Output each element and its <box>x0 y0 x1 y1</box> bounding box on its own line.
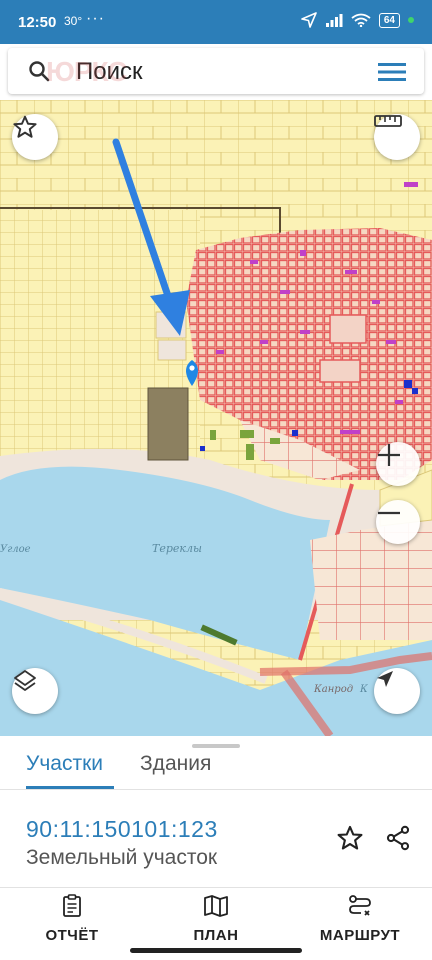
parcel-type: Земельный участок <box>26 846 218 869</box>
map-label-left: Углое <box>0 544 31 555</box>
status-more-icon: ··· <box>86 10 105 27</box>
my-location-button[interactable] <box>374 668 420 714</box>
gesture-bar <box>130 948 302 953</box>
ruler-button[interactable] <box>374 114 420 160</box>
privacy-indicator-icon <box>408 17 414 23</box>
cadastral-number[interactable]: 90:11:150101:123 <box>26 816 218 843</box>
favorite-button[interactable] <box>336 824 364 857</box>
tab-parcels[interactable]: Участки <box>26 752 103 776</box>
zoom-in-button[interactable] <box>376 442 420 486</box>
wifi-icon <box>351 13 371 27</box>
favorites-map-button[interactable] <box>12 114 58 160</box>
minus-icon <box>378 511 400 515</box>
map-label-lake: Тереклы <box>152 542 202 555</box>
nav-report[interactable]: ОТЧЁТ <box>12 894 132 944</box>
status-bar: 12:50 30° ··· 64 <box>0 0 432 44</box>
star-icon <box>337 825 363 850</box>
location-icon <box>301 12 317 28</box>
sheet-drag-handle[interactable] <box>192 744 240 748</box>
nav-plan-label: ПЛАН <box>193 927 239 944</box>
status-icons: 64 <box>301 12 414 28</box>
star-icon <box>13 115 37 138</box>
map-icon <box>204 895 228 917</box>
nav-plan[interactable]: ПЛАН <box>156 894 276 944</box>
nav-route[interactable]: МАРШРУТ <box>300 894 420 944</box>
share-icon <box>386 825 410 851</box>
nav-report-label: ОТЧЁТ <box>45 927 99 944</box>
map-label-road: Канрод <box>313 684 353 695</box>
nav-route-label: МАРШРУТ <box>319 927 401 944</box>
layers-icon <box>14 670 36 691</box>
map-label-bottom-right: К <box>359 684 368 695</box>
report-icon <box>63 894 81 917</box>
tabs-divider <box>0 789 432 790</box>
battery-indicator: 64 <box>378 12 400 28</box>
map-view[interactable]: Тереклы Углое Канрод К <box>0 100 432 736</box>
bottom-navigation: ОТЧЁТ ПЛАН МАРШРУТ <box>0 888 432 960</box>
signal-icon <box>325 14 343 27</box>
watermark-logo: ЮРКС <box>46 56 127 87</box>
layers-button[interactable] <box>12 668 58 714</box>
status-temperature: 30° <box>64 14 83 28</box>
status-time: 12:50 <box>18 14 57 31</box>
zoom-out-button[interactable] <box>376 500 420 544</box>
ruler-icon <box>374 115 402 127</box>
menu-icon[interactable] <box>378 62 406 82</box>
navigation-arrow-icon <box>377 671 393 687</box>
share-button[interactable] <box>384 824 412 857</box>
map-canvas[interactable]: Тереклы Углое Канрод К <box>0 100 432 736</box>
route-icon <box>349 895 371 916</box>
tab-buildings[interactable]: Здания <box>140 752 211 776</box>
plus-icon <box>378 444 400 466</box>
